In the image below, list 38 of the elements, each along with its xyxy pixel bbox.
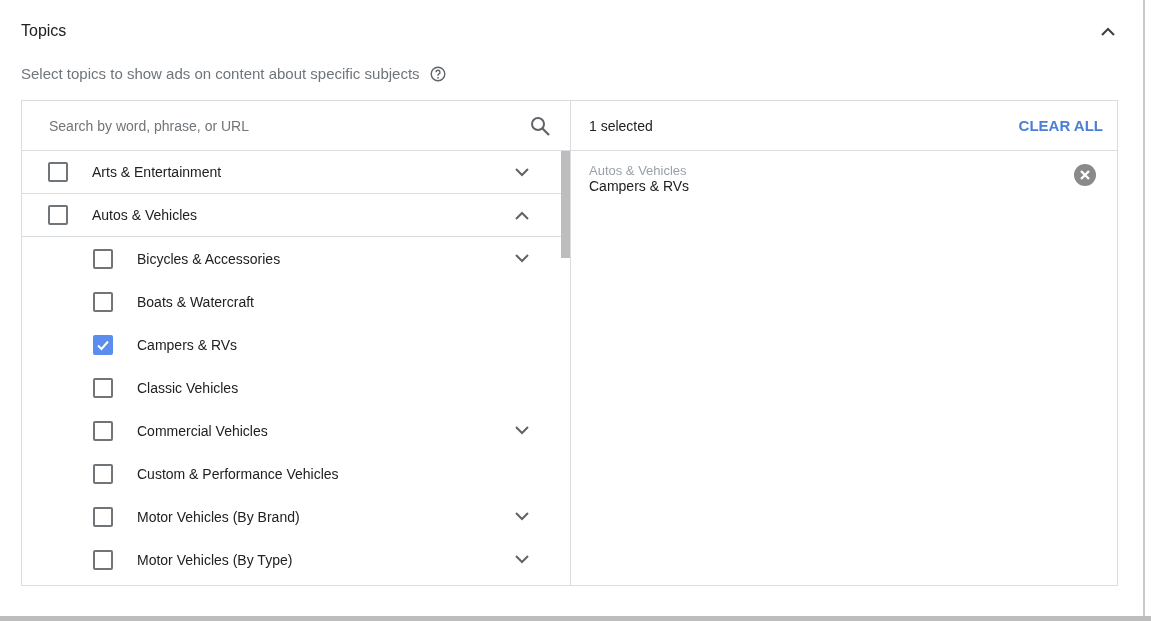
topic-label: Classic Vehicles xyxy=(137,379,240,396)
chevron-icon[interactable] xyxy=(515,167,529,177)
help-icon[interactable] xyxy=(429,65,446,82)
topic-label: Bicycles & Accessories xyxy=(137,250,282,267)
checkbox[interactable] xyxy=(93,549,113,570)
topic-label: Campers & RVs xyxy=(137,336,239,353)
remove-icon[interactable] xyxy=(1073,163,1097,187)
section-description: Select topics to show ads on content about specific subjects xyxy=(21,65,420,82)
chevron-icon[interactable] xyxy=(515,512,529,521)
checkbox[interactable] xyxy=(93,291,113,312)
checkbox[interactable] xyxy=(93,463,113,484)
search-field[interactable]: Search by word, phrase, or URL xyxy=(49,117,522,134)
checkbox[interactable] xyxy=(48,205,68,225)
checkbox[interactable] xyxy=(93,248,113,269)
search-icon[interactable] xyxy=(530,115,550,136)
topic-label: Motor Vehicles (By Brand) xyxy=(137,508,301,525)
chevron-icon[interactable] xyxy=(515,555,529,564)
selected-topic-parent: Autos & Vehicles xyxy=(589,163,688,178)
checkbox[interactable] xyxy=(93,377,113,398)
checkbox[interactable] xyxy=(48,162,68,182)
selected-topic-label: Campers & RVs xyxy=(589,178,690,194)
section-title: Topics xyxy=(21,22,67,40)
topic-label: Commercial Vehicles xyxy=(137,422,269,439)
topic-label: Motor Vehicles (By Type) xyxy=(137,551,294,568)
topic-label: Boats & Watercraft xyxy=(137,293,255,310)
topic-label: Custom & Performance Vehicles xyxy=(137,465,340,482)
clear-all-button[interactable]: CLEAR ALL xyxy=(1018,117,1103,134)
chevron-icon[interactable] xyxy=(515,254,529,263)
checkbox[interactable] xyxy=(93,334,113,355)
chevron-icon[interactable] xyxy=(515,426,529,435)
scrollbar-thumb[interactable] xyxy=(561,151,570,258)
topic-label: Arts & Entertainment xyxy=(92,164,223,180)
checkbox[interactable] xyxy=(93,420,113,441)
chevron-icon[interactable] xyxy=(515,210,529,220)
selected-count: 1 selected xyxy=(589,117,653,134)
collapse-chevron-icon[interactable] xyxy=(1101,26,1115,36)
checkbox[interactable] xyxy=(93,506,113,527)
topic-label: Autos & Vehicles xyxy=(92,207,199,223)
